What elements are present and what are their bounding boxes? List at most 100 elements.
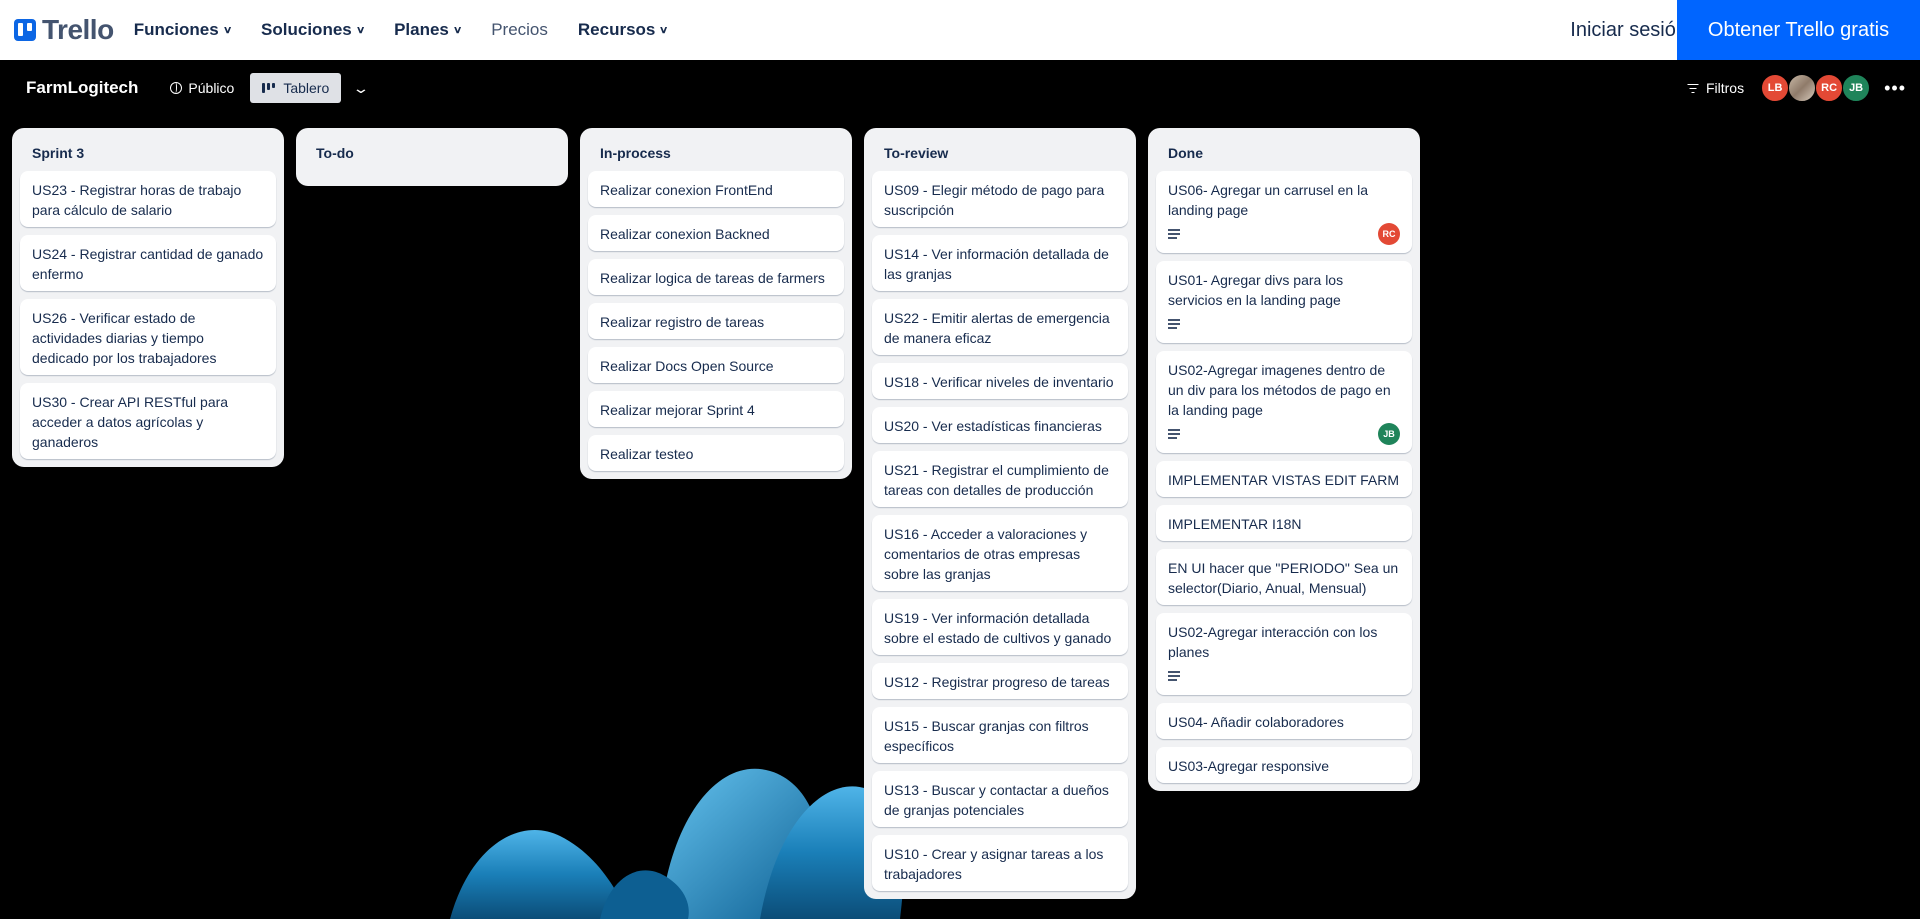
card-title: US20 - Ver estadísticas financieras: [884, 418, 1102, 434]
card[interactable]: Realizar conexion FrontEnd: [588, 171, 844, 207]
card[interactable]: US10 - Crear y asignar tareas a los trab…: [872, 835, 1128, 891]
card-title: US23 - Registrar horas de trabajo para c…: [32, 182, 242, 218]
list-title[interactable]: To-do: [296, 128, 568, 178]
card-list: US09 - Elegir método de pago para suscri…: [864, 171, 1136, 891]
nav-link-funciones[interactable]: Funciones ∨: [133, 20, 232, 40]
nav-link-label: Funciones: [133, 20, 219, 39]
card[interactable]: US30 - Crear API RESTful para acceder a …: [20, 383, 276, 459]
card[interactable]: US12 - Registrar progreso de tareas: [872, 663, 1128, 699]
card-list: US23 - Registrar horas de trabajo para c…: [12, 171, 284, 459]
visibility-label: Público: [188, 80, 235, 96]
main-nav: Funciones ∨ Soluciones ∨ Planes ∨ Precios Recur…: [133, 20, 669, 40]
card[interactable]: US22 - Emitir alertas de emergencia de m…: [872, 299, 1128, 355]
list-sprint-3[interactable]: Sprint 3 US23 - Registrar horas de trabaj…: [12, 128, 284, 467]
card[interactable]: Realizar conexion Backned: [588, 215, 844, 251]
card-title: Realizar mejorar Sprint 4: [600, 402, 755, 418]
list-to-do[interactable]: To-do: [296, 128, 568, 186]
card[interactable]: US21 - Registrar el cumplimiento de tare…: [872, 451, 1128, 507]
member-avatar[interactable]: [1788, 74, 1817, 102]
card-title: US14 - Ver información detallada de las …: [884, 246, 1109, 282]
card-title: IMPLEMENTAR VISTAS EDIT FARM: [1168, 472, 1400, 488]
card[interactable]: IMPLEMENTAR I18N: [1156, 505, 1412, 541]
member-avatar[interactable]: LB: [1761, 74, 1790, 102]
list-title[interactable]: In-process: [580, 128, 852, 171]
list-done[interactable]: Done US06- Agregar un carrusel en la land…: [1148, 128, 1420, 791]
description-icon: [1168, 319, 1180, 329]
trello-logo-icon: [14, 19, 36, 41]
card[interactable]: US20 - Ver estadísticas financieras: [872, 407, 1128, 443]
card[interactable]: Realizar Docs Open Source: [588, 347, 844, 383]
nav-link-label: Soluciones: [261, 20, 352, 39]
card-title: US24 - Registrar cantidad de ganado enfe…: [32, 246, 264, 282]
card[interactable]: Realizar testeo: [588, 435, 844, 471]
card-title: US13 - Buscar y contactar a dueños de gr…: [884, 782, 1109, 818]
view-label: Tablero: [283, 80, 330, 96]
card[interactable]: Realizar registro de tareas: [588, 303, 844, 339]
more-options-icon[interactable]: •••: [1884, 78, 1906, 99]
card-title: Realizar registro de tareas: [600, 314, 765, 330]
card[interactable]: US24 - Registrar cantidad de ganado enfe…: [20, 235, 276, 291]
list-in-process[interactable]: In-process Realizar conexion FrontEnd Real…: [580, 128, 852, 479]
card[interactable]: IMPLEMENTAR VISTAS EDIT FARM: [1156, 461, 1412, 497]
card-list: Realizar conexion FrontEnd Realizar conex…: [580, 171, 852, 471]
site-header: Trello Funciones ∨ Soluciones ∨ Planes ∨ Preci…: [0, 0, 1920, 60]
card-badges: RC: [1168, 222, 1400, 246]
card[interactable]: US13 - Buscar y contactar a dueños de gr…: [872, 771, 1128, 827]
card-title: US18 - Verificar niveles de inventario: [884, 374, 1114, 390]
card-badges: [1168, 664, 1400, 688]
chevron-down-icon[interactable]: ⌄: [352, 80, 370, 97]
card[interactable]: Realizar logica de tareas de farmers: [588, 259, 844, 295]
card[interactable]: US15 - Buscar granjas con filtros especí…: [872, 707, 1128, 763]
chevron-down-icon: ∨: [659, 24, 669, 36]
card[interactable]: US19 - Ver información detallada sobre e…: [872, 599, 1128, 655]
card[interactable]: US14 - Ver información detallada de las …: [872, 235, 1128, 291]
list-title[interactable]: Done: [1148, 128, 1420, 171]
card-list: US06- Agregar un carrusel en la landing …: [1148, 171, 1420, 783]
nav-link-recursos[interactable]: Recursos ∨: [578, 20, 669, 40]
nav-link-precios[interactable]: Precios: [491, 20, 548, 40]
card-member-avatar[interactable]: JB: [1378, 423, 1400, 445]
nav-link-label: Precios: [491, 20, 548, 39]
card[interactable]: US03-Agregar responsive: [1156, 747, 1412, 783]
login-link[interactable]: Iniciar sesión: [1570, 19, 1687, 42]
card[interactable]: US02-Agregar imagenes dentro de un div p…: [1156, 351, 1412, 453]
logo-text: Trello: [42, 14, 114, 45]
nav-link-planes[interactable]: Planes ∨: [394, 20, 463, 40]
card-title: US04- Añadir colaboradores: [1168, 714, 1344, 730]
member-avatar[interactable]: RC: [1815, 74, 1844, 102]
member-avatar[interactable]: JB: [1842, 74, 1871, 102]
card-title: US22 - Emitir alertas de emergencia de m…: [884, 310, 1110, 346]
card[interactable]: US04- Añadir colaboradores: [1156, 703, 1412, 739]
card-badges: JB: [1168, 422, 1400, 446]
board-view-button[interactable]: Tablero: [250, 73, 342, 103]
card[interactable]: Realizar mejorar Sprint 4: [588, 391, 844, 427]
description-icon: [1168, 429, 1180, 439]
card[interactable]: US26 - Verificar estado de actividades d…: [20, 299, 276, 375]
card[interactable]: US06- Agregar un carrusel en la landing …: [1156, 171, 1412, 253]
filter-icon: [1687, 83, 1699, 94]
card-title: US10 - Crear y asignar tareas a los trab…: [884, 846, 1104, 882]
nav-link-soluciones[interactable]: Soluciones ∨: [261, 20, 365, 40]
visibility-button[interactable]: Público: [170, 80, 234, 96]
board-members: LB RC JB: [1761, 74, 1871, 102]
filters-label: Filtros: [1705, 80, 1745, 96]
card-member-avatar[interactable]: RC: [1378, 223, 1400, 245]
card-title: US19 - Ver información detallada sobre e…: [884, 610, 1112, 646]
trello-logo[interactable]: Trello: [14, 14, 114, 46]
list-title[interactable]: To-review: [864, 128, 1136, 171]
card[interactable]: US16 - Acceder a valoraciones y comentar…: [872, 515, 1128, 591]
card[interactable]: US02-Agregar interacción con los planes: [1156, 613, 1412, 695]
filters-button[interactable]: Filtros: [1687, 80, 1745, 96]
chevron-down-icon: ∨: [452, 24, 463, 36]
card[interactable]: US18 - Verificar niveles de inventario: [872, 363, 1128, 399]
card[interactable]: US01- Agregar divs para los servicios en…: [1156, 261, 1412, 343]
card[interactable]: US23 - Registrar horas de trabajo para c…: [20, 171, 276, 227]
board-title[interactable]: FarmLogitech: [26, 78, 138, 98]
card[interactable]: US09 - Elegir método de pago para suscri…: [872, 171, 1128, 227]
list-title[interactable]: Sprint 3: [12, 128, 284, 171]
card-title: US01- Agregar divs para los servicios en…: [1168, 272, 1344, 308]
board-header: FarmLogitech Público Tablero ⌄ Filtros L…: [0, 60, 1920, 116]
signup-button[interactable]: Obtener Trello gratis: [1677, 0, 1920, 60]
card[interactable]: EN UI hacer que "PERIODO" Sea un selecto…: [1156, 549, 1412, 605]
list-to-review[interactable]: To-review US09 - Elegir método de pago pa…: [864, 128, 1136, 899]
